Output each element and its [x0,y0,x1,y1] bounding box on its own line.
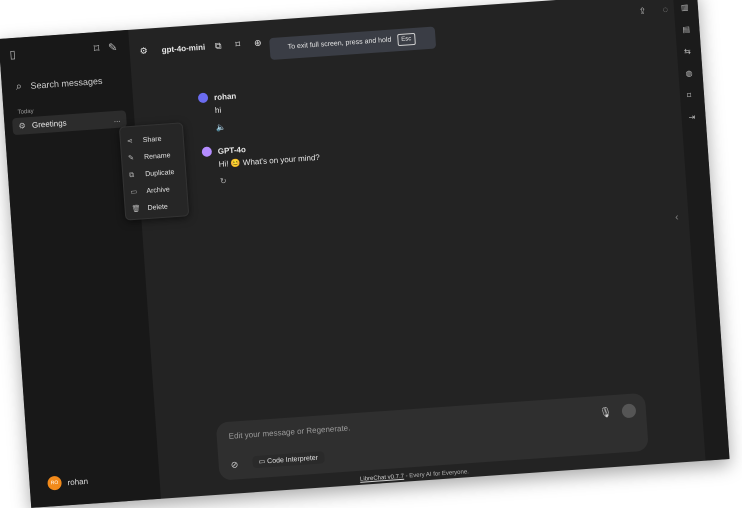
regenerate-icon[interactable]: ↻ [220,170,322,185]
more-options-button[interactable]: ... [113,111,121,128]
user-name: rohan [67,476,89,487]
menu-item-rename[interactable]: ✎ Rename [128,149,171,166]
app-window: ▯ ⌑ ✎ ⌕ Search messages Today ⚙ Greeting… [0,0,730,508]
user-message-header: rohan [197,91,237,104]
share-icon[interactable]: ⇪ [638,6,646,17]
menu-item-label: Rename [143,152,171,162]
sidebar-toolbar: ▯ ⌑ ✎ [9,42,122,66]
user-message-author: rohan [213,91,237,102]
bookmark-icon[interactable]: ⌑ [687,91,692,100]
conversation-context-menu: ⋖ Share ✎ Rename ⧉ Duplicate ▭ Archive 🗑 Dele… [118,122,190,221]
assistant-message-text: Hi! 😊 What's on your mind? [218,152,321,169]
message-input[interactable]: Edit your message or Regenerate. [228,423,350,440]
user-message-text: hi [214,105,222,116]
conversation-title: Greetings [31,118,67,130]
sliders-icon[interactable]: ⇆ [684,47,691,56]
assistant-message-author: GPT-4o [217,144,247,156]
chat-header: ⚙ gpt-4o-mini ⧉ ⌑ ⊕ [139,34,276,59]
message-composer[interactable]: Edit your message or Regenerate. ⊘ ▭ Cod… [215,392,649,481]
menu-item-delete[interactable]: 🗑 Delete [131,201,168,217]
chat-icon[interactable]: ▤ [682,25,690,35]
menu-item-label: Duplicate [145,169,175,179]
terminal-icon: ▭ [258,458,266,466]
search-icon: ⌕ [15,80,23,93]
sidebar: ▯ ⌑ ✎ ⌕ Search messages Today ⚙ Greeting… [0,29,161,508]
user-message: rohan hi 🔈 [197,91,239,134]
assistant-avatar [201,146,213,158]
footer: LibreChat v0.7.7 - Every AI for Everyone… [360,469,469,483]
fullscreen-banner: To exit full screen, press and hold Esc [269,26,437,61]
menu-item-share[interactable]: ⋖ Share [126,133,162,149]
header-actions: ⇪ ◌ [624,4,668,18]
menu-item-archive[interactable]: ▭ Archive [130,183,170,200]
add-icon[interactable]: ⊕ [254,37,262,48]
banner-text: To exit full screen, press and hold [287,36,392,51]
assistant-message: GPT-4o Hi! 😊 What's on your mind? ↻ [201,139,321,187]
presets-icon[interactable]: ⧉ [215,40,222,51]
section-label-today: Today [17,108,34,116]
attach-file-icon[interactable]: ⊘ [230,459,238,470]
menu-item-label: Share [142,135,162,145]
esc-key: Esc [396,32,416,47]
share-icon: ⋖ [126,137,134,146]
bookmark-icon[interactable]: ⌑ [235,39,240,50]
menu-item-label: Archive [146,186,170,196]
right-sidebar: ▥ ▤ ⇆ ◍ ⌑ ⇥ [672,0,730,461]
menu-item-label: Delete [147,203,169,212]
chevron-left-icon[interactable]: ‹ [675,212,679,223]
copy-icon: ⧉ [129,171,135,180]
trash-icon: 🗑 [131,205,141,214]
bookmark-icon[interactable]: ⌑ [93,43,99,55]
user-profile[interactable]: RO rohan [47,474,88,491]
chat-bubble-icon[interactable]: ◌ [662,4,668,14]
code-interpreter-toggle[interactable]: ▭ Code Interpreter [252,451,325,469]
user-avatar [197,92,209,104]
code-interpreter-label: Code Interpreter [266,454,319,466]
avatar: RO [47,475,63,491]
version-link[interactable]: LibreChat v0.7.7 [360,474,404,483]
archive-icon: ▭ [130,188,138,197]
sidebar-toggle-icon[interactable]: ▯ [9,49,16,61]
menu-item-duplicate[interactable]: ⧉ Duplicate [129,166,175,183]
openai-icon: ⚙ [18,121,27,131]
model-selector[interactable]: gpt-4o-mini [161,42,205,54]
collapse-panel-icon[interactable]: ⇥ [688,113,695,122]
search-placeholder: Search messages [30,75,103,91]
attachment-icon[interactable]: ◍ [685,69,693,78]
speaker-icon[interactable]: 🔈 [216,121,239,132]
send-button[interactable] [621,403,637,419]
new-chat-icon[interactable]: ✎ [108,42,118,55]
microphone-icon[interactable]: 🎙 [599,407,612,419]
pencil-icon: ✎ [127,154,135,163]
openai-icon: ⚙ [139,45,149,56]
search-messages[interactable]: ⌕ Search messages [15,76,102,93]
footer-tagline: - Every AI for Everyone. [403,469,470,480]
library-icon[interactable]: ▥ [681,3,689,13]
